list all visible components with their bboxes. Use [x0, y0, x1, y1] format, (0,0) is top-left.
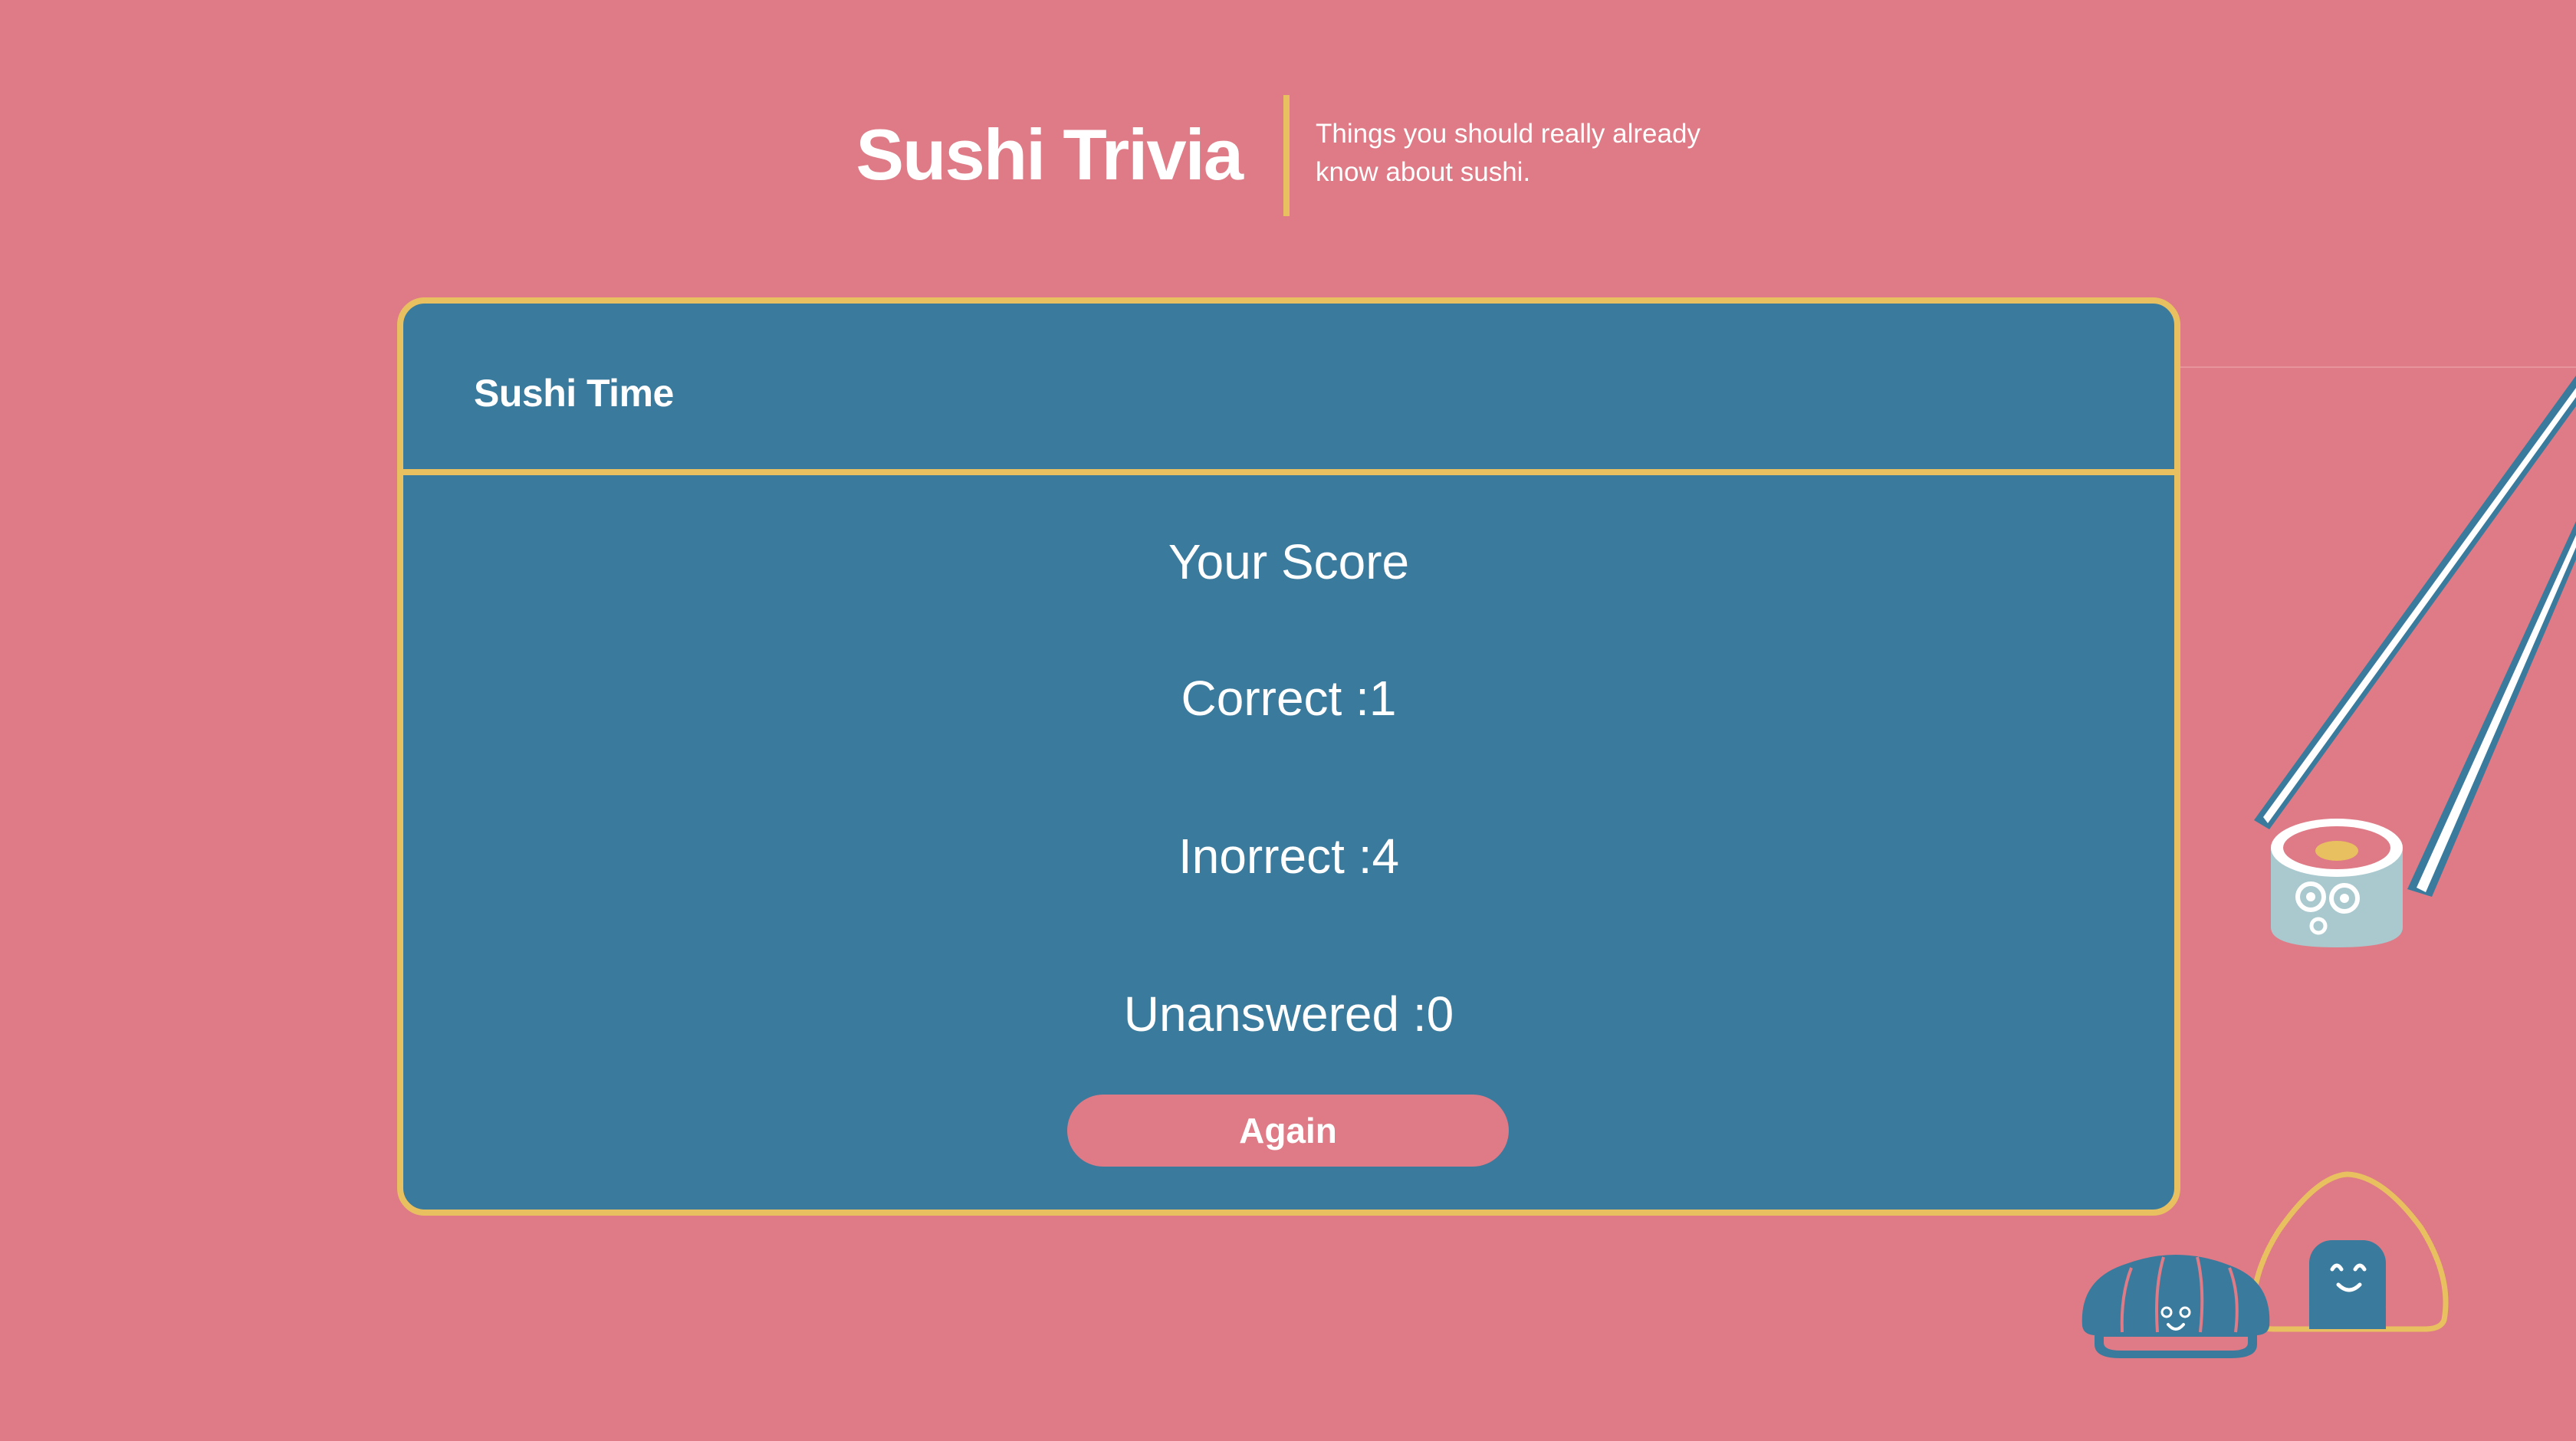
page: Sushi Trivia Things you should really al…	[0, 0, 2576, 1441]
card-title: Sushi Time	[474, 372, 674, 415]
page-title: Sushi Trivia	[856, 114, 1244, 195]
again-button[interactable]: Again	[1067, 1095, 1509, 1167]
page-tagline: Things you should really already know ab…	[1316, 115, 1745, 192]
correct-count: Correct :1	[1181, 671, 1397, 726]
card-header: Sushi Time	[403, 304, 2174, 475]
tagline-line-2: know about sushi.	[1316, 157, 1531, 187]
onigiri-icon	[2250, 1171, 2449, 1332]
incorrect-count: Inorrect :4	[1178, 829, 1400, 884]
trivia-card: Sushi Time Your Score Correct :1 Inorrec…	[397, 297, 2180, 1216]
nigiri-icon	[2082, 1255, 2270, 1358]
title-divider	[1283, 95, 1290, 216]
score-heading: Your Score	[1168, 534, 1410, 589]
tagline-line-1: Things you should really already	[1316, 119, 1700, 149]
unanswered-count: Unanswered :0	[1123, 986, 1454, 1042]
sushi-roll-icon	[2271, 819, 2403, 947]
